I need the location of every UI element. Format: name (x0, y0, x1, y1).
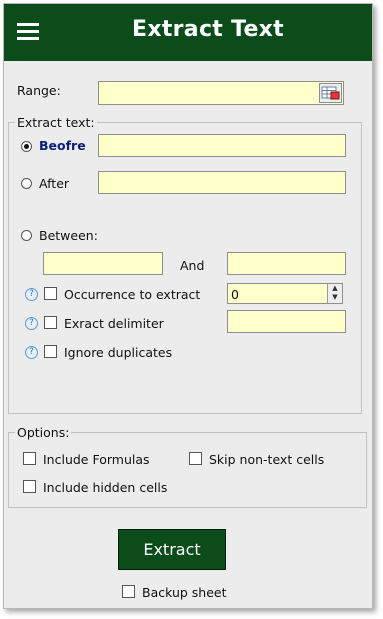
stepper-down-icon[interactable]: ▼ (327, 293, 342, 303)
include-hidden-label: Include hidden cells (43, 480, 168, 495)
before-label[interactable]: Beofre (39, 138, 86, 153)
before-radio[interactable] (21, 141, 32, 152)
backup-sheet-label: Backup sheet (142, 585, 227, 600)
range-input[interactable] (98, 81, 344, 105)
after-radio[interactable] (21, 178, 32, 189)
occurrence-stepper[interactable]: 0 ▲ ▼ (227, 283, 343, 304)
options-legend: Options: (15, 425, 72, 440)
extract-text-panel: Extract Text Range: Extract text: Beofre… (3, 3, 373, 609)
ignore-duplicates-label: Ignore duplicates (64, 345, 173, 360)
extract-text-legend: Extract text: (15, 115, 97, 130)
skip-non-text-checkbox[interactable] (189, 452, 202, 465)
panel-title: Extract Text (132, 17, 284, 42)
occurrence-value[interactable]: 0 (231, 287, 239, 302)
after-label[interactable]: After (39, 176, 69, 191)
delimiter-label: Exract delimiter (64, 316, 164, 331)
ignore-duplicates-help-icon[interactable]: ? (25, 346, 38, 359)
extract-button[interactable]: Extract (118, 529, 226, 570)
include-hidden-checkbox[interactable] (23, 480, 36, 493)
delimiter-checkbox[interactable] (44, 316, 57, 329)
skip-non-text-label: Skip non-text cells (209, 452, 325, 467)
between-from-input[interactable] (43, 252, 163, 275)
delimiter-input[interactable] (227, 310, 346, 333)
after-input[interactable] (98, 171, 346, 194)
header-bar: Extract Text (4, 4, 372, 61)
include-formulas-label: Include Formulas (43, 452, 150, 467)
include-formulas-checkbox[interactable] (23, 452, 36, 465)
ignore-duplicates-checkbox[interactable] (44, 345, 57, 358)
delimiter-help-icon[interactable]: ? (25, 317, 38, 330)
between-to-input[interactable] (227, 252, 346, 275)
occurrence-label: Occurrence to extract (64, 287, 201, 302)
occurrence-help-icon[interactable]: ? (25, 288, 38, 301)
between-radio[interactable] (21, 230, 32, 241)
backup-sheet-checkbox[interactable] (122, 585, 135, 598)
and-label: And (180, 258, 205, 273)
range-select-icon[interactable] (319, 83, 342, 103)
occurrence-checkbox[interactable] (44, 287, 57, 300)
between-label[interactable]: Between: (39, 228, 98, 243)
range-label: Range: (17, 83, 61, 98)
before-input[interactable] (98, 134, 346, 157)
options-group (8, 432, 367, 508)
hamburger-menu-icon[interactable] (17, 21, 41, 43)
